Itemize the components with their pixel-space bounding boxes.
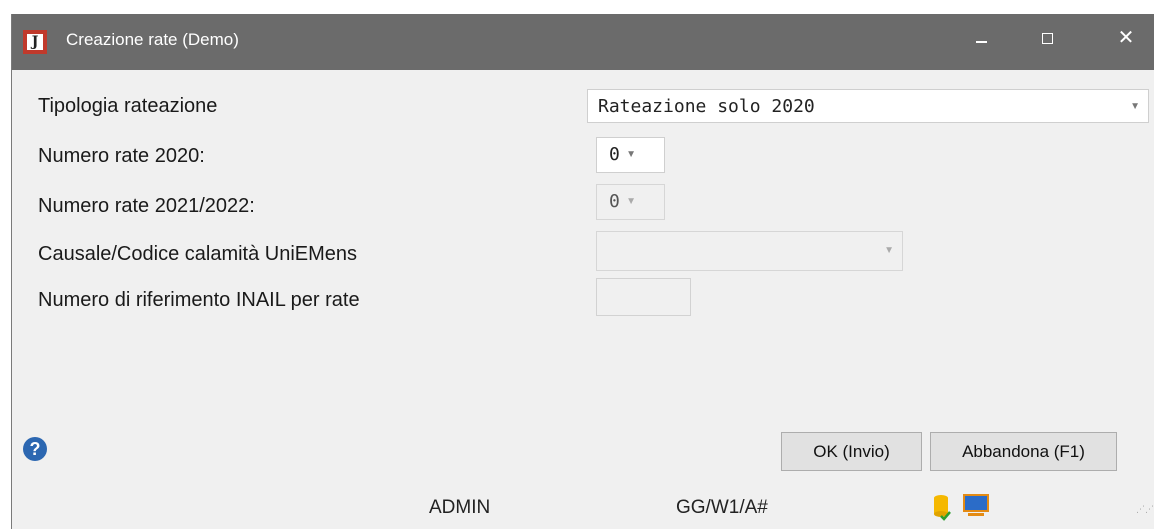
chevron-down-icon[interactable]: ▼ [1130,90,1140,124]
chevron-down-icon[interactable]: ▼ [626,185,636,219]
numero-rate-2021-2022-label: Numero rate 2021/2022: [38,195,255,217]
numero-riferimento-inail-label: Numero di riferimento INAIL per rate [38,289,360,311]
numero-rate-2020-value: 0 [609,144,620,165]
tipologia-rateazione-value: Rateazione solo 2020 [598,96,815,117]
chevron-down-icon[interactable]: ▼ [626,138,636,172]
numero-rate-2021-2022-spinner[interactable]: 0 ▼ [596,184,665,220]
numero-rate-2020-spinner[interactable]: 0 ▼ [596,137,665,173]
monitor-icon [963,494,989,516]
status-user: ADMIN [429,497,491,518]
tipologia-rateazione-label: Tipologia rateazione [38,95,218,117]
tipologia-rateazione-dropdown[interactable]: Rateazione solo 2020 ▼ [587,89,1149,123]
close-icon: ✕ [1117,27,1135,49]
maximize-button[interactable] [1024,14,1072,66]
database-check-icon [934,495,951,521]
status-code: GG/W1/A# [676,497,768,518]
maximize-icon [1042,33,1053,44]
chevron-down-icon[interactable]: ▼ [884,232,894,270]
numero-rate-2020-label: Numero rate 2020: [38,145,205,167]
title-bar[interactable]: J Creazione rate (Demo) ✕ [12,14,1154,70]
numero-riferimento-inail-input[interactable] [596,278,691,316]
resize-grip-icon[interactable]: ⋰⋰ [1136,505,1154,517]
app-icon-letter: J [27,34,43,50]
window-title: Creazione rate (Demo) [66,30,239,49]
ok-button[interactable]: OK (Invio) [781,432,922,471]
minimize-icon [976,41,987,43]
background-strip [0,0,1154,14]
dialog-window: J Creazione rate (Demo) ✕ Tipologia rate… [11,14,1154,529]
abbandona-button[interactable]: Abbandona (F1) [930,432,1117,471]
help-icon[interactable]: ? [23,437,47,461]
close-button[interactable]: ✕ [1102,14,1150,66]
causale-codice-calamita-dropdown[interactable]: ▼ [596,231,903,271]
app-icon: J [23,30,47,54]
numero-rate-2021-2022-value: 0 [609,191,620,212]
causale-codice-calamita-label: Causale/Codice calamità UniEMens [38,243,358,265]
minimize-button[interactable] [957,14,1005,66]
